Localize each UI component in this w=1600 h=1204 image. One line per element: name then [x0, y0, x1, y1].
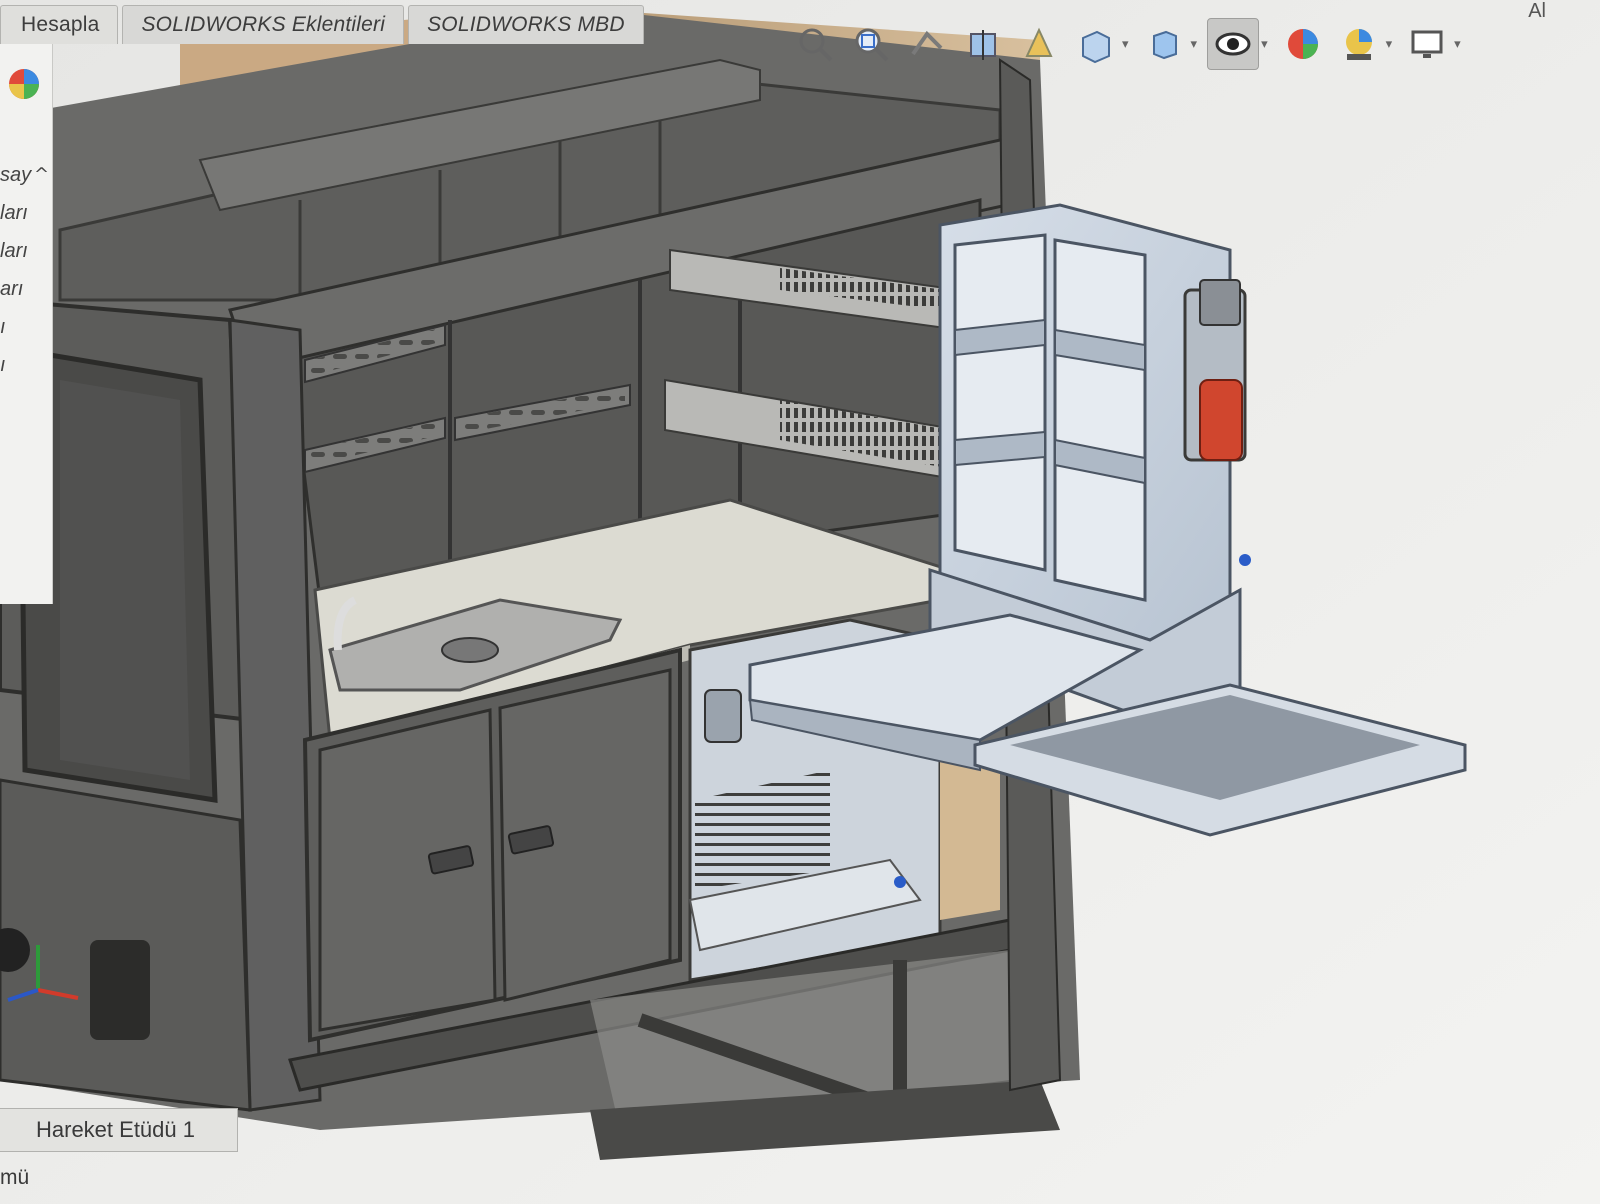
red-can [1199, 379, 1243, 461]
chevron-down-icon[interactable]: ▾ [1261, 37, 1268, 52]
view-settings-icon[interactable] [1402, 19, 1452, 69]
fridge-latch [704, 689, 742, 743]
corner-label: Al [1528, 0, 1546, 22]
display-style-icon[interactable] [1139, 19, 1189, 69]
zoom-to-fit-icon[interactable] [790, 19, 840, 69]
vent-opening [90, 940, 150, 1040]
tree-item[interactable]: say [0, 164, 31, 187]
feature-manager-panel: ^ say ları ları arı ı ı [0, 44, 53, 604]
chevron-down-icon[interactable]: ▾ [1122, 37, 1129, 52]
status-bar-text: mü [0, 1166, 30, 1189]
tree-item[interactable]: ları [0, 240, 28, 263]
chevron-down-icon[interactable]: ▾ [1454, 37, 1461, 52]
heads-up-view-toolbar: ▾ ▾ ▾ ▾ ▾ [790, 14, 1465, 74]
tab-solidworks-mbd[interactable]: SOLIDWORKS MBD [408, 5, 644, 44]
bottle-holder [1183, 279, 1247, 462]
view-orientation-icon[interactable] [1070, 19, 1120, 69]
bottom-bar: Hareket Etüdü 1 mü [0, 1108, 1600, 1204]
tree-item[interactable]: ı [0, 316, 6, 339]
apply-scene-icon[interactable] [1334, 19, 1384, 69]
hide-show-items-icon[interactable] [1207, 18, 1260, 70]
tree-item[interactable]: ları [0, 202, 28, 225]
stove-burner [441, 637, 499, 663]
chevron-down-icon[interactable]: ▾ [1386, 37, 1393, 52]
appearance-icon[interactable] [6, 66, 42, 106]
chevron-down-icon[interactable]: ▾ [1191, 37, 1198, 52]
tree-item[interactable]: arı [0, 278, 23, 301]
command-manager-tabs: Hesapla SOLIDWORKS Eklentileri SOLIDWORK… [0, 0, 648, 44]
graphics-viewport[interactable] [0, 0, 1600, 1204]
cabinet-door-left[interactable] [318, 708, 497, 1032]
solidworks-window: Hesapla SOLIDWORKS Eklentileri SOLIDWORK… [0, 0, 1600, 1204]
tab-solidworks-eklentileri[interactable]: SOLIDWORKS Eklentileri [122, 5, 405, 44]
tab-motion-study[interactable]: Hareket Etüdü 1 [0, 1108, 238, 1152]
edit-appearance-icon[interactable] [1278, 19, 1328, 69]
zoom-to-area-icon[interactable] [846, 19, 896, 69]
tab-hesapla[interactable]: Hesapla [0, 5, 119, 44]
dynamic-annotation-icon[interactable] [1014, 19, 1064, 69]
previous-view-icon[interactable] [902, 19, 952, 69]
chevron-up-icon[interactable]: ^ [34, 164, 49, 185]
section-view-icon[interactable] [958, 19, 1008, 69]
tree-item[interactable]: ı [0, 354, 6, 377]
